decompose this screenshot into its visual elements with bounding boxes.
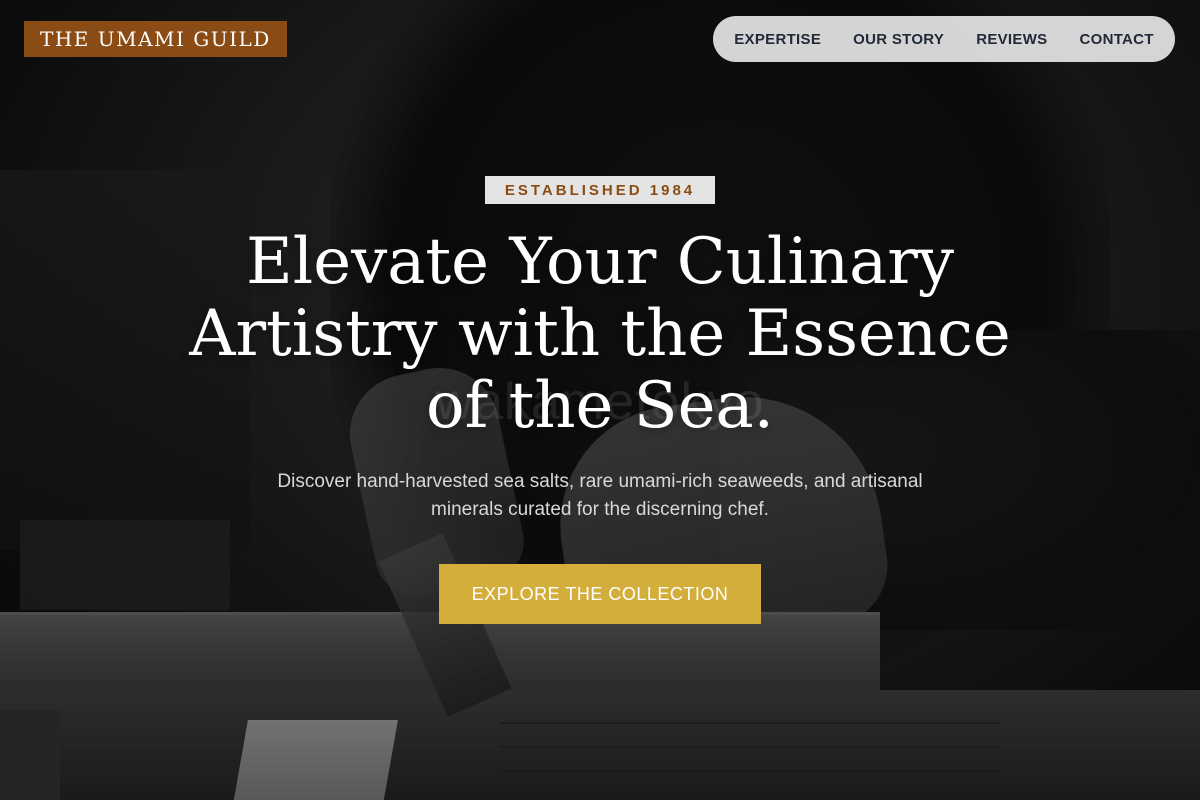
site-logo[interactable]: THE UMAMI GUILD [24,21,287,57]
main-nav: EXPERTISE OUR STORY REVIEWS CONTACT [713,16,1175,62]
nav-item-expertise[interactable]: EXPERTISE [718,31,837,48]
hero-subtext: Discover hand-harvested sea salts, rare … [277,471,923,520]
hero-headline: Elevate Your Culinary Artistry with the … [189,225,1011,443]
nav-item-contact[interactable]: CONTACT [1063,31,1169,48]
nav-item-our-story[interactable]: OUR STORY [837,31,960,48]
nav-item-reviews[interactable]: REVIEWS [960,31,1063,48]
explore-collection-button[interactable]: EXPLORE THE COLLECTION [439,564,761,624]
hero-section: THE UMAMI GUILD EXPERTISE OUR STORY REVI… [0,0,1200,800]
established-badge: ESTABLISHED 1984 [485,176,715,204]
